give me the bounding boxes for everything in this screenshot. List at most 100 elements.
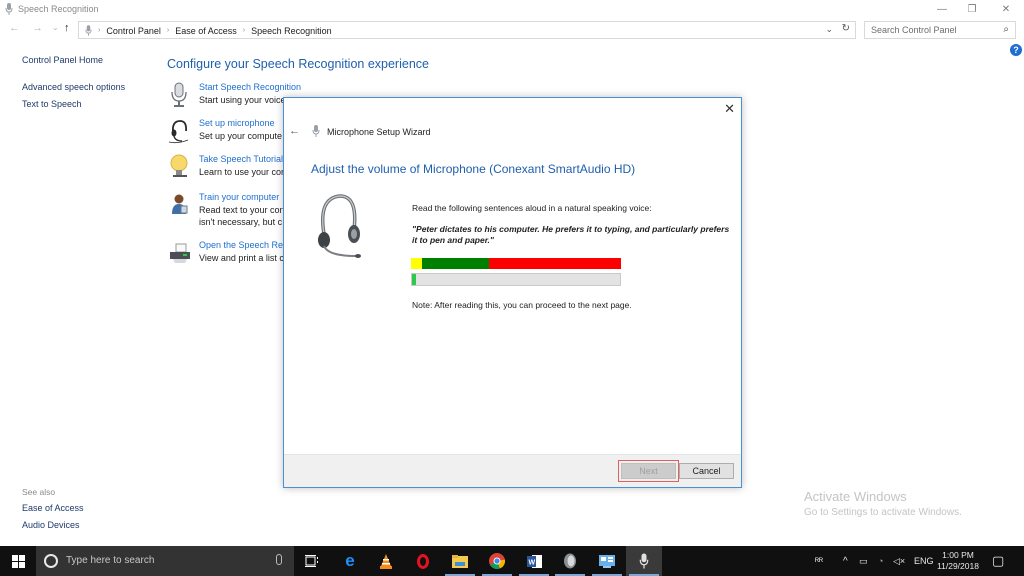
- notification-icon[interactable]: ▢: [992, 546, 1004, 576]
- breadcrumb-control-panel[interactable]: Control Panel: [106, 26, 161, 36]
- breadcrumb-speech-recognition[interactable]: Speech Recognition: [251, 26, 332, 36]
- refresh-icon[interactable]: ↻: [842, 23, 850, 34]
- navigation-bar: ← → ⌄ ↑ › Control Panel › Ease of Access…: [0, 19, 1024, 41]
- microphone-icon: [312, 125, 320, 137]
- see-also-ease-of-access[interactable]: Ease of Access: [22, 503, 84, 513]
- open-speech-reference-link[interactable]: Open the Speech Ref: [199, 240, 286, 250]
- cancel-button[interactable]: Cancel: [679, 463, 734, 479]
- taskbar-app-word[interactable]: W: [516, 546, 552, 576]
- taskbar-app-file-explorer[interactable]: [442, 546, 478, 576]
- task-description: Read text to your con isn't necessary, bu…: [199, 204, 285, 228]
- taskbar-clock[interactable]: 1:00 PM 11/29/2018: [932, 550, 984, 572]
- people-icon[interactable]: ᴿᴿ: [815, 546, 823, 576]
- microphone-icon: [85, 25, 92, 36]
- activate-windows-watermark: Activate Windows Go to Settings to activ…: [804, 489, 962, 518]
- microphone-icon[interactable]: [276, 554, 282, 565]
- taskbar-app-speaker[interactable]: [552, 546, 588, 576]
- take-speech-tutorial-link[interactable]: Take Speech Tutorial: [199, 154, 283, 164]
- taskbar-search-box[interactable]: Type here to search: [36, 546, 294, 576]
- microphone-icon: [171, 82, 187, 107]
- search-input[interactable]: [871, 25, 991, 35]
- volume-level-scale: [411, 258, 621, 269]
- taskbar-app-control-panel[interactable]: [589, 546, 625, 576]
- recent-locations-icon[interactable]: ⌄: [52, 23, 59, 32]
- breadcrumb: › Control Panel › Ease of Access › Speec…: [85, 25, 332, 36]
- speaker-icon: [564, 553, 576, 569]
- taskbar-app-speech-recognition[interactable]: [626, 546, 662, 576]
- taskbar-search-placeholder: Type here to search: [66, 555, 155, 566]
- printer-icon: [170, 243, 190, 263]
- breadcrumb-separator: ›: [242, 27, 246, 34]
- page-title: Configure your Speech Recognition experi…: [167, 57, 429, 71]
- breadcrumb-ease-of-access[interactable]: Ease of Access: [175, 26, 237, 36]
- restore-button[interactable]: ❐: [956, 0, 988, 19]
- back-icon[interactable]: ←: [289, 125, 300, 137]
- battery-icon[interactable]: ▭: [859, 546, 868, 576]
- wizard-note: Note: After reading this, you can procee…: [412, 300, 632, 310]
- address-bar[interactable]: › Control Panel › Ease of Access › Speec…: [78, 21, 856, 39]
- close-button[interactable]: ✕: [990, 0, 1022, 19]
- help-icon[interactable]: ?: [1010, 44, 1022, 56]
- train-your-computer-link[interactable]: Train your computer: [199, 192, 279, 202]
- taskbar-app-edge[interactable]: e: [332, 546, 368, 576]
- clock-time: 1:00 PM: [942, 550, 974, 560]
- headset-icon: [168, 120, 189, 144]
- headset-icon: [318, 194, 361, 258]
- volume-level-meter: [411, 273, 621, 286]
- task-view-icon: [305, 555, 318, 567]
- wizard-heading: Adjust the volume of Microphone (Conexan…: [311, 162, 636, 176]
- microphone-icon: [639, 553, 649, 569]
- breadcrumb-separator: ›: [98, 27, 101, 34]
- sidebar-item-control-panel-home[interactable]: Control Panel Home: [22, 55, 103, 65]
- windows-logo-icon: [11, 554, 25, 568]
- task-description: Start using your voice: [199, 95, 286, 105]
- activate-windows-subtitle: Go to Settings to activate Windows.: [804, 507, 962, 518]
- activate-windows-title: Activate Windows: [804, 489, 907, 504]
- see-also-audio-devices[interactable]: Audio Devices: [22, 520, 80, 530]
- back-icon[interactable]: ←: [9, 22, 20, 34]
- task-description: View and print a list c: [199, 253, 284, 263]
- cortana-icon[interactable]: [44, 554, 58, 568]
- minimize-button[interactable]: —: [926, 0, 958, 19]
- breadcrumb-separator: ›: [166, 27, 170, 34]
- forward-icon[interactable]: →: [32, 22, 43, 34]
- start-button[interactable]: [0, 546, 36, 576]
- volume-level-fill: [412, 274, 417, 285]
- wizard-quote: "Peter dictates to his computer. He pref…: [412, 224, 730, 245]
- volume-muted-icon[interactable]: ◁×: [893, 546, 905, 576]
- taskbar: Type here to search e W ᴿᴿ ^ ▭ ◔ ◁× ENG: [0, 546, 1024, 576]
- up-icon[interactable]: ↑: [64, 22, 70, 34]
- file-explorer-icon: [452, 554, 468, 568]
- chevron-down-icon[interactable]: ⌄: [825, 24, 833, 35]
- task-description: Set up your compute: [199, 131, 283, 141]
- lightbulb-icon: [170, 154, 188, 177]
- wizard-title: Microphone Setup Wizard: [327, 127, 431, 137]
- search-icon[interactable]: ⌕: [1003, 24, 1009, 35]
- start-speech-recognition-link[interactable]: Start Speech Recognition: [199, 82, 301, 92]
- sidebar-item-advanced-speech-options[interactable]: Advanced speech options: [22, 82, 125, 92]
- svg-text:W: W: [528, 559, 535, 566]
- taskbar-app-opera[interactable]: [405, 546, 441, 576]
- vlc-icon: [380, 553, 392, 569]
- set-up-microphone-link[interactable]: Set up microphone: [199, 118, 275, 128]
- chevron-up-icon[interactable]: ^: [843, 546, 848, 576]
- edge-icon: e: [345, 551, 355, 570]
- task-view-button[interactable]: [294, 546, 330, 576]
- taskbar-app-vlc[interactable]: [368, 546, 404, 576]
- user-train-icon: [172, 194, 188, 214]
- wifi-icon[interactable]: ◔: [878, 546, 883, 576]
- see-also-label: See also: [22, 487, 56, 497]
- wizard-footer: Next Cancel: [284, 454, 741, 487]
- title-bar: Speech Recognition — ❐ ✕: [0, 0, 1024, 19]
- task-description-line: isn't necessary, but c: [199, 217, 283, 227]
- task-description: Learn to use your cor: [199, 167, 285, 177]
- chrome-icon: [489, 553, 505, 569]
- word-icon: W: [526, 554, 542, 568]
- sidebar-item-text-to-speech[interactable]: Text to Speech: [22, 99, 82, 109]
- level-zone-low: [411, 258, 422, 269]
- taskbar-app-chrome[interactable]: [479, 546, 515, 576]
- next-button[interactable]: Next: [618, 460, 679, 482]
- search-box[interactable]: ⌕: [864, 21, 1016, 39]
- language-indicator[interactable]: ENG: [914, 546, 934, 576]
- close-icon[interactable]: ✕: [724, 101, 735, 117]
